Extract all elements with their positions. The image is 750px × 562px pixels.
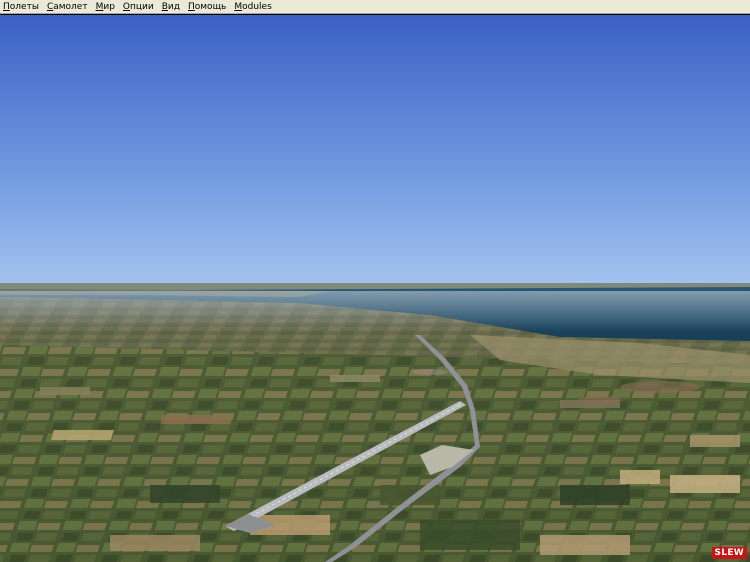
3d-scenery-view[interactable]	[0, 15, 750, 562]
menu-help[interactable]: Помощь	[184, 0, 230, 14]
flight-simulator-window: Полеты Самолет Мир Опции Вид Помощь Modu…	[0, 0, 750, 562]
menu-views[interactable]: Вид	[158, 0, 184, 14]
scenery-canvas	[0, 15, 750, 562]
menu-modules[interactable]: Modules	[230, 0, 275, 14]
menu-options[interactable]: Опции	[119, 0, 158, 14]
menu-world[interactable]: Мир	[92, 0, 119, 14]
horizon-haze	[0, 291, 750, 331]
menu-flights[interactable]: Полеты	[0, 0, 43, 14]
sky	[0, 15, 750, 285]
menu-aircraft[interactable]: Самолет	[43, 0, 92, 14]
slew-mode-badge: SLEW	[711, 547, 747, 559]
menu-bar: Полеты Самолет Мир Опции Вид Помощь Modu…	[0, 0, 750, 14]
